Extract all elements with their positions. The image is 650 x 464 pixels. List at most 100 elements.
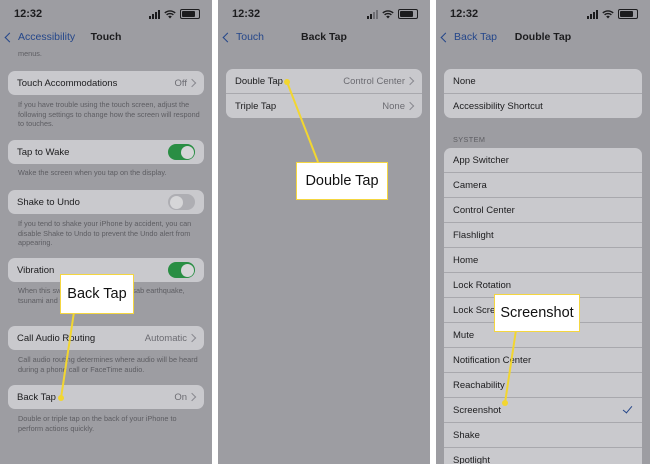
back-tap-options-group: Double Tap Control Center Triple Tap Non… [226, 69, 422, 118]
option-home[interactable]: Home [444, 247, 642, 272]
touch-settings-screen: 12:32 Accessibility Touch menus. Touch A… [0, 0, 212, 464]
chevron-right-icon [187, 333, 197, 343]
row-value: None [382, 100, 405, 112]
status-bar: 12:32 [436, 8, 650, 22]
wifi-icon [602, 9, 614, 18]
call-audio-routing-footer: Call audio routing determines where audi… [18, 355, 198, 374]
row-label: Touch Accommodations [17, 77, 118, 89]
status-time: 12:32 [14, 8, 43, 20]
status-time: 12:32 [232, 8, 261, 20]
wifi-icon [382, 9, 394, 18]
nav-bar: Accessibility Touch [0, 30, 212, 48]
row-label: Notification Center [453, 354, 532, 366]
battery-icon [180, 9, 200, 19]
vibration-toggle[interactable] [168, 262, 195, 278]
chevron-left-icon [440, 32, 451, 42]
back-button-back-tap[interactable]: Back Tap [440, 31, 497, 43]
row-value: Control Center [343, 75, 405, 87]
row-label: Spotlight [453, 454, 490, 464]
row-label: Shake [453, 429, 480, 441]
row-label: Camera [453, 179, 487, 191]
nav-bar: Touch Back Tap [218, 30, 430, 48]
back-tap-group: Back Tap On [8, 385, 204, 409]
row-value: Off [174, 77, 188, 89]
option-control-center[interactable]: Control Center [444, 197, 642, 222]
row-label: Double Tap [235, 75, 283, 87]
row-label: Back Tap [17, 391, 56, 403]
row-label: Home [453, 254, 479, 266]
back-label: Accessibility [18, 31, 76, 43]
touch-accommodations-row[interactable]: Touch Accommodations Off [8, 71, 204, 95]
option-camera[interactable]: Camera [444, 172, 642, 197]
back-label: Touch [236, 31, 265, 43]
option-notification-center[interactable]: Notification Center [444, 347, 642, 372]
battery-icon [398, 9, 418, 19]
row-label: Control Center [453, 204, 515, 216]
back-tap-settings-screen: 12:32 Touch Back Tap Double Tap Control … [218, 0, 430, 464]
option-shake[interactable]: Shake [444, 422, 642, 447]
row-label: Flashlight [453, 229, 494, 241]
call-audio-routing-row[interactable]: Call Audio Routing Automatic [8, 326, 204, 350]
back-tap-callout: Back Tap [60, 274, 134, 314]
row-label: Triple Tap [235, 100, 277, 112]
nav-bar: Back Tap Double Tap [436, 30, 650, 48]
shake-to-undo-group: Shake to Undo [8, 190, 204, 214]
double-tap-callout: Double Tap [296, 162, 388, 200]
option-flashlight[interactable]: Flashlight [444, 222, 642, 247]
status-time: 12:32 [450, 8, 479, 20]
chevron-right-icon [405, 101, 415, 111]
battery-icon [618, 9, 638, 19]
chevron-right-icon [187, 78, 197, 88]
cellular-signal-icon [149, 9, 160, 19]
row-value: On [174, 391, 187, 403]
option-spotlight[interactable]: Spotlight [444, 447, 642, 464]
back-label: Back Tap [454, 31, 497, 43]
chevron-left-icon [4, 32, 15, 42]
status-bar: 12:32 [0, 8, 212, 22]
back-button-touch[interactable]: Touch [222, 31, 265, 43]
option-none[interactable]: None [444, 69, 642, 93]
shake-to-undo-footer: If you tend to shake your iPhone by acci… [18, 219, 192, 248]
row-label: Screenshot [453, 404, 502, 416]
shake-to-undo-row: Shake to Undo [8, 190, 204, 214]
triple-tap-row[interactable]: Triple Tap None [226, 93, 422, 118]
touch-accommodations-footer: If you have trouble using the touch scre… [18, 100, 200, 129]
row-label: App Switcher [453, 154, 509, 166]
wifi-icon [164, 9, 176, 18]
row-label: Vibration [17, 264, 55, 276]
back-button-accessibility[interactable]: Accessibility [4, 31, 76, 43]
back-tap-footer: Double or triple tap on the back of your… [18, 414, 177, 433]
status-bar: 12:32 [218, 8, 430, 22]
row-value: Automatic [144, 332, 187, 344]
row-label: Tap to Wake [17, 146, 70, 158]
tap-to-wake-toggle[interactable] [168, 144, 195, 160]
tap-to-wake-group: Tap to Wake [8, 140, 204, 164]
touch-accommodations-group: Touch Accommodations Off [8, 71, 204, 95]
row-label: Lock Rotation [453, 279, 512, 291]
row-label: Accessibility Shortcut [453, 100, 543, 112]
system-section-header: SYSTEM [453, 135, 486, 144]
option-accessibility-shortcut[interactable]: Accessibility Shortcut [444, 93, 642, 118]
action-options-group: None Accessibility Shortcut [444, 69, 642, 118]
tap-to-wake-footer: Wake the screen when you tap on the disp… [18, 168, 167, 177]
back-tap-row[interactable]: Back Tap On [8, 385, 204, 409]
chevron-right-icon [187, 392, 197, 402]
shake-to-undo-toggle[interactable] [168, 194, 195, 210]
row-label: Call Audio Routing [17, 332, 96, 344]
checkmark-icon [622, 403, 633, 414]
option-screenshot[interactable]: Screenshot [444, 397, 642, 422]
previous-note-fragment: menus. [18, 49, 42, 58]
cellular-signal-icon [587, 9, 598, 19]
chevron-left-icon [222, 32, 233, 42]
option-app-switcher[interactable]: App Switcher [444, 148, 642, 172]
double-tap-row[interactable]: Double Tap Control Center [226, 69, 422, 93]
double-tap-settings-screen: 12:32 Back Tap Double Tap None Accessibi… [436, 0, 650, 464]
row-label: Shake to Undo [17, 196, 80, 208]
row-label: None [453, 75, 476, 87]
chevron-right-icon [405, 76, 415, 86]
option-reachability[interactable]: Reachability [444, 372, 642, 397]
row-label: Reachability [453, 379, 505, 391]
row-label: Lock Scre [453, 304, 496, 316]
cellular-signal-icon [367, 9, 378, 19]
tap-to-wake-row: Tap to Wake [8, 140, 204, 164]
